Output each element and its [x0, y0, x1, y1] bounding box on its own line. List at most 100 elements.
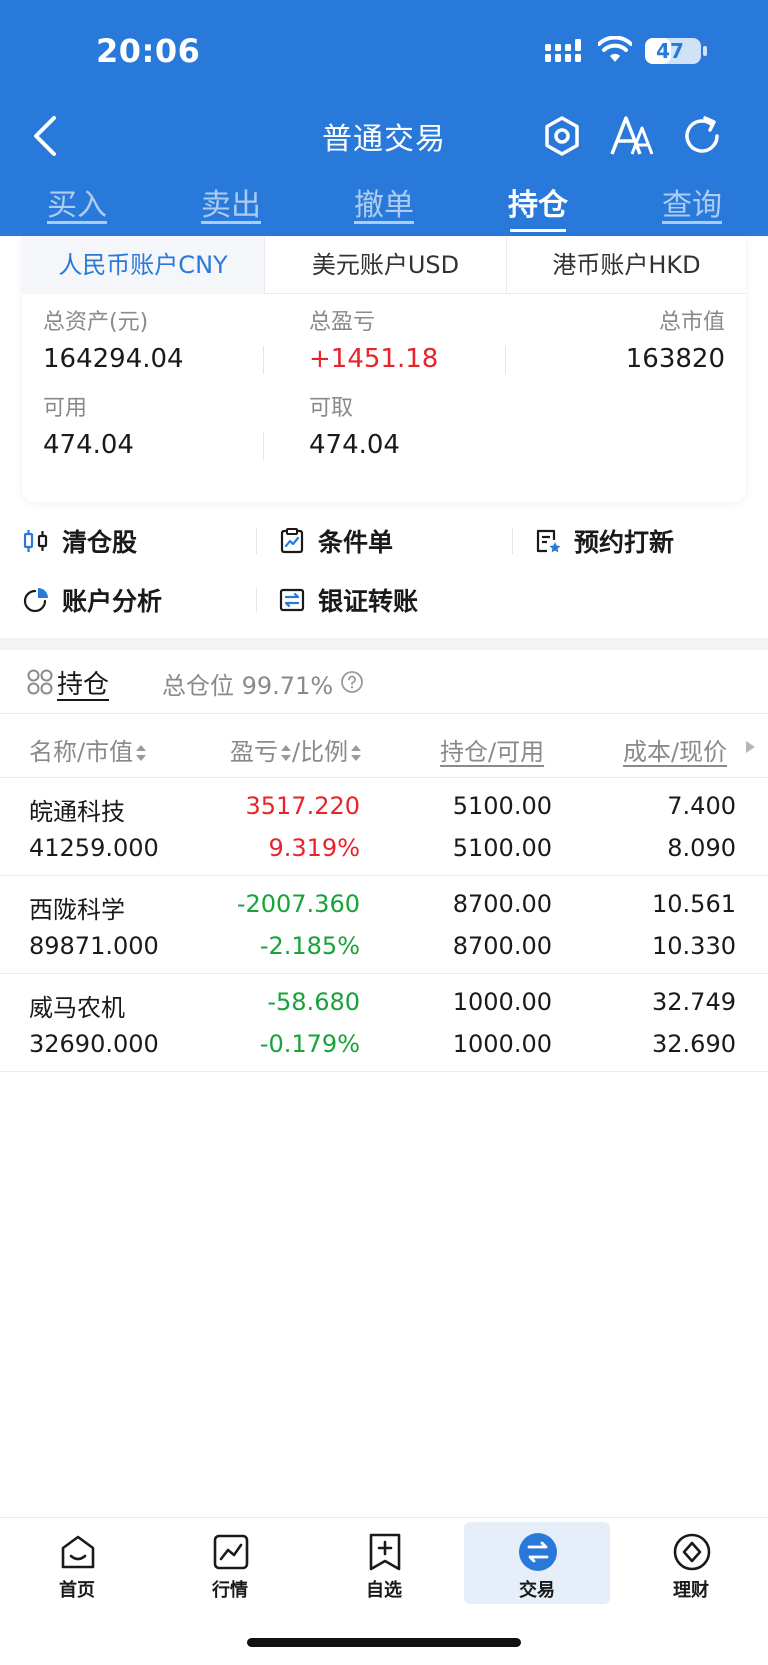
divider — [256, 528, 257, 554]
positions-title[interactable]: 持仓 — [57, 664, 109, 701]
refresh-icon — [685, 116, 719, 153]
market-chart-icon — [213, 1534, 249, 1570]
watchlist-add-icon — [369, 1533, 401, 1571]
cost-price: 32.749 — [652, 988, 736, 1016]
clipboard-chart-icon — [280, 528, 304, 554]
divider — [505, 346, 506, 374]
wifi-icon — [598, 36, 632, 62]
tab-account-usd[interactable]: 美元账户USD — [264, 236, 506, 294]
home-indicator[interactable] — [247, 1638, 521, 1647]
pnl-amount: -2007.360 — [236, 890, 360, 918]
col-ratio-label: /比例 — [292, 738, 349, 766]
table-row[interactable]: 西陇科学 89871.000 -2007.360 -2.185% 8700.00… — [0, 876, 768, 974]
total-assets-value: 164294.04 — [43, 344, 184, 374]
hexagon-settings-icon — [545, 116, 579, 156]
nav-market-label: 行情 — [212, 1580, 248, 1601]
total-pnl-label: 总盈亏 — [309, 310, 376, 335]
tab-buy[interactable]: 买入 — [17, 180, 137, 224]
account-analysis-button[interactable]: 账户分析 — [22, 580, 162, 620]
available-label: 可用 — [43, 396, 88, 421]
current-price: 8.090 — [667, 834, 736, 862]
ipo-reservation-button[interactable]: 预约打新 — [534, 521, 674, 561]
nav-trade[interactable]: 交易 — [464, 1522, 610, 1604]
pnl-amount: 3517.220 — [245, 792, 360, 820]
scroll-right-icon[interactable] — [744, 740, 756, 754]
font-size-icon — [610, 116, 654, 155]
tab-query[interactable]: 查询 — [632, 180, 752, 224]
sort-icon — [281, 745, 291, 761]
nav-home-label: 首页 — [59, 1580, 95, 1601]
stock-name: 皖通科技 — [29, 798, 125, 826]
pnl-amount: -58.680 — [267, 988, 360, 1016]
refresh-button[interactable] — [678, 112, 726, 160]
available-quantity: 8700.00 — [452, 932, 552, 960]
nav-watchlist[interactable]: 自选 — [311, 1522, 457, 1604]
pnl-percent: 9.319% — [268, 834, 360, 862]
cost-price: 10.561 — [652, 890, 736, 918]
total-pnl-value: +1451.18 — [309, 344, 439, 374]
col-name-market-value[interactable]: 名称/市值 — [29, 732, 147, 767]
pnl-percent: -2.185% — [259, 932, 360, 960]
sort-icon — [351, 745, 362, 761]
tab-cancel[interactable]: 撤单 — [324, 180, 444, 224]
nav-trade-label: 交易 — [519, 1580, 555, 1601]
nav-wealth-label: 理财 — [673, 1580, 709, 1601]
market-value: 32690.000 — [29, 1030, 159, 1058]
transfer-icon — [279, 588, 305, 612]
bank-securities-transfer-label: 银证转账 — [318, 587, 419, 616]
col-pnl-label: 盈亏 — [230, 738, 278, 766]
nav-wealth[interactable]: 理财 — [618, 1522, 764, 1604]
nav-home[interactable]: 首页 — [4, 1522, 150, 1604]
sort-icon — [136, 745, 147, 761]
hold-quantity: 1000.00 — [452, 988, 552, 1016]
available-quantity: 5100.00 — [452, 834, 552, 862]
settings-button[interactable] — [538, 112, 586, 160]
tab-sell[interactable]: 卖出 — [171, 180, 291, 224]
conditional-order-label: 条件单 — [318, 528, 394, 557]
battery-cap — [703, 46, 707, 56]
wealth-icon — [673, 1533, 711, 1571]
trade-exchange-icon — [519, 1533, 557, 1571]
clear-position-stock-button[interactable]: 清仓股 — [22, 521, 137, 561]
stock-name: 西陇科学 — [29, 896, 125, 924]
font-size-button[interactable] — [608, 112, 656, 160]
candlestick-icon — [23, 530, 48, 552]
battery-icon: 47 — [645, 38, 701, 64]
table-row[interactable]: 皖通科技 41259.000 3517.220 9.319% 5100.00 5… — [0, 778, 768, 876]
bank-securities-transfer-button[interactable]: 银证转账 — [278, 580, 418, 620]
cost-price: 7.400 — [667, 792, 736, 820]
available-quantity: 1000.00 — [452, 1030, 552, 1058]
tab-positions[interactable]: 持仓 — [478, 180, 598, 232]
section-gap — [0, 638, 768, 650]
positions-header: 持仓 总仓位 99.71% — [0, 650, 768, 714]
account-summary-card: 人民币账户CNY 美元账户USD 港币账户HKD 总资产(元) 164294.0… — [22, 236, 746, 502]
col-pnl-ratio[interactable]: 盈亏/比例 — [230, 732, 362, 767]
nav-watchlist-label: 自选 — [366, 1580, 402, 1601]
tab-account-hkd[interactable]: 港币账户HKD — [506, 236, 746, 294]
col-hold-available[interactable]: 持仓/可用 — [440, 732, 544, 767]
total-assets-label: 总资产(元) — [43, 310, 149, 335]
tab-account-cny[interactable]: 人民币账户CNY — [22, 236, 264, 294]
withdrawable-value: 474.04 — [309, 430, 400, 460]
divider — [263, 432, 264, 460]
current-price: 10.330 — [652, 932, 736, 960]
market-value-label: 总市值 — [658, 310, 725, 335]
account-analysis-label: 账户分析 — [62, 587, 163, 616]
battery-percent: 47 — [656, 39, 684, 63]
stock-name: 威马农机 — [29, 994, 125, 1022]
conditional-order-button[interactable]: 条件单 — [278, 521, 393, 561]
market-value: 41259.000 — [29, 834, 159, 862]
position-ratio-value: 99.71% — [241, 672, 334, 700]
table-row[interactable]: 威马农机 32690.000 -58.680 -0.179% 1000.00 1… — [0, 974, 768, 1072]
document-star-icon — [536, 529, 561, 553]
col-name-label: 名称/市值 — [29, 738, 134, 766]
col-cost-price[interactable]: 成本/现价 — [623, 732, 727, 767]
clear-position-stock-label: 清仓股 — [62, 528, 138, 557]
total-position-ratio: 总仓位 99.71% — [162, 666, 333, 701]
help-icon[interactable] — [340, 670, 364, 694]
nav-market[interactable]: 行情 — [157, 1522, 303, 1604]
app-header: 20:06 47 普通交易 买入 卖出 撤单 持仓 查询 — [0, 0, 768, 236]
current-price: 32.690 — [652, 1030, 736, 1058]
positions-table-header: 名称/市值 盈亏/比例 持仓/可用 成本/现价 — [0, 714, 768, 778]
main-tabs: 买入 卖出 撤单 持仓 查询 — [0, 180, 768, 232]
